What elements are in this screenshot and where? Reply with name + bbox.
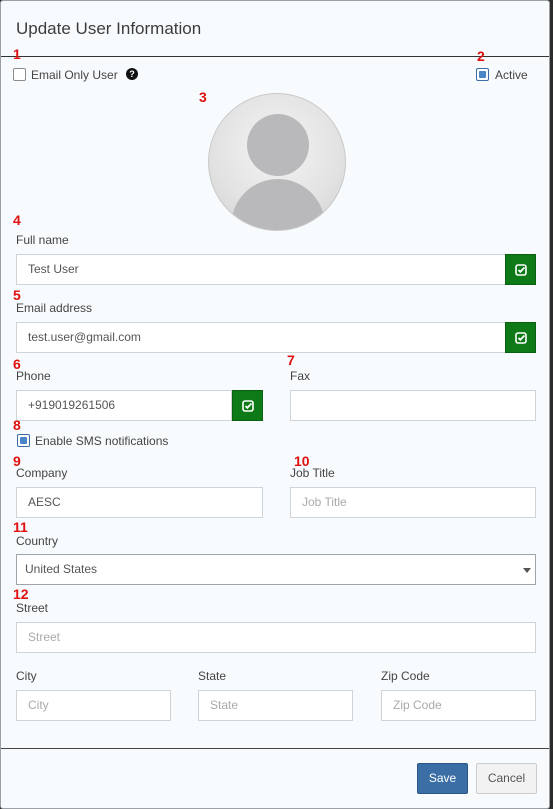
phone-verify-button[interactable] xyxy=(232,390,263,421)
email-only-label: Email Only User xyxy=(31,68,118,82)
email-only-checkbox[interactable] xyxy=(13,68,26,81)
street-label: Street xyxy=(16,601,49,615)
check-square-icon xyxy=(242,400,254,412)
update-user-dialog: Update User Information 1 Email Only Use… xyxy=(0,0,550,809)
city-label: City xyxy=(16,669,37,683)
full-name-label: Full name xyxy=(16,233,69,247)
cancel-button[interactable]: Cancel xyxy=(476,763,537,794)
country-select[interactable]: United States xyxy=(16,554,536,585)
marker-4: 4 xyxy=(13,212,21,228)
fax-label: Fax xyxy=(290,369,311,383)
state-input[interactable]: State xyxy=(198,690,353,721)
check-square-icon xyxy=(515,332,527,344)
user-placeholder-body xyxy=(231,179,325,230)
city-input[interactable]: City xyxy=(16,690,171,721)
sms-label: Enable SMS notifications xyxy=(35,434,169,448)
marker-7: 7 xyxy=(287,352,295,368)
avatar[interactable] xyxy=(208,93,346,231)
check-square-icon xyxy=(515,264,527,276)
question-circle-icon[interactable]: ? xyxy=(126,68,138,80)
dialog-title: Update User Information xyxy=(16,19,202,38)
company-label: Company xyxy=(16,466,68,480)
country-label: Country xyxy=(16,534,59,548)
marker-3: 3 xyxy=(199,89,207,105)
zip-label: Zip Code xyxy=(381,669,430,683)
email-verify-button[interactable] xyxy=(505,322,536,353)
full-name-verify-button[interactable] xyxy=(505,254,536,285)
phone-label: Phone xyxy=(16,369,51,383)
dialog-header: Update User Information xyxy=(1,1,549,57)
country-value: United States xyxy=(25,562,98,576)
job-title-input[interactable]: Job Title xyxy=(290,487,536,518)
email-label: Email address xyxy=(16,301,93,315)
user-placeholder-icon xyxy=(247,114,309,176)
company-input[interactable]: AESC xyxy=(16,487,263,518)
footer-divider xyxy=(1,748,549,749)
active-label: Active xyxy=(495,68,528,82)
phone-input[interactable]: +919019261506 xyxy=(16,390,232,421)
chevron-down-icon[interactable] xyxy=(523,568,531,573)
email-input[interactable]: test.user@gmail.com xyxy=(16,322,506,353)
marker-12: 12 xyxy=(13,586,29,602)
job-title-label: Job Title xyxy=(290,466,335,480)
marker-2: 2 xyxy=(477,48,485,64)
marker-11: 11 xyxy=(13,519,28,535)
marker-8: 8 xyxy=(13,417,21,433)
fax-input[interactable] xyxy=(290,390,536,421)
active-checkbox[interactable] xyxy=(476,68,489,81)
state-label: State xyxy=(198,669,227,683)
zip-input[interactable]: Zip Code xyxy=(381,690,536,721)
full-name-input[interactable]: Test User xyxy=(16,254,506,285)
sms-checkbox[interactable] xyxy=(17,434,30,447)
street-input[interactable]: Street xyxy=(16,622,536,653)
save-button[interactable]: Save xyxy=(417,763,468,794)
marker-1: 1 xyxy=(13,46,21,62)
